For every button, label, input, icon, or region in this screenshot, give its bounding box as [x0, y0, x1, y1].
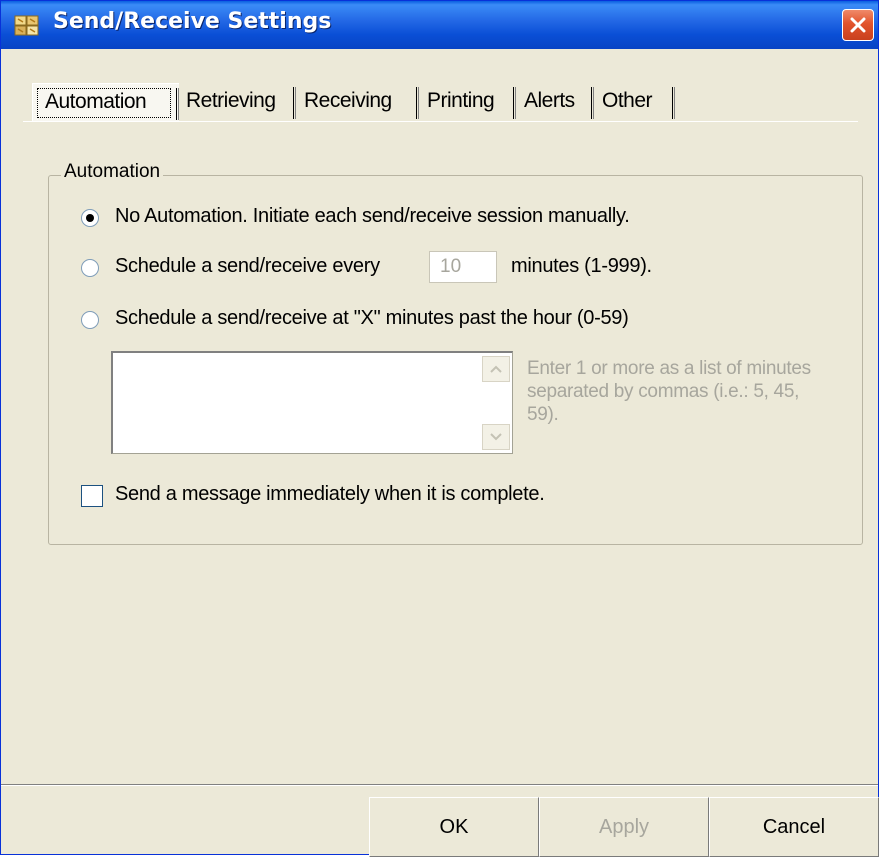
tab-separator — [672, 87, 675, 119]
tab-label: Printing — [427, 89, 495, 112]
cancel-button[interactable]: Cancel — [709, 797, 879, 857]
window-title: Send/Receive Settings — [53, 9, 332, 34]
apply-button[interactable]: Apply — [539, 797, 709, 857]
tab-automation[interactable]: Automation — [32, 83, 179, 122]
tab-retrieving[interactable]: Retrieving — [178, 83, 296, 121]
schedule-every-label: Schedule a send/receive every — [115, 255, 380, 277]
tab-label: Receiving — [304, 89, 392, 112]
chevron-up-icon — [490, 365, 502, 373]
tab-label: Retrieving — [186, 89, 276, 112]
radio-no-automation[interactable] — [81, 209, 99, 227]
button-bar-divider — [1, 784, 878, 786]
tab-label: Automation — [45, 90, 147, 113]
groupbox-title: Automation — [61, 161, 164, 183]
dialog-window: Send/Receive Settings Automation Retriev… — [0, 0, 879, 857]
tab-label: Alerts — [524, 89, 575, 112]
tab-alerts[interactable]: Alerts — [516, 83, 594, 121]
tab-receiving[interactable]: Receiving — [296, 83, 419, 121]
tab-printing[interactable]: Printing — [419, 83, 516, 121]
close-button[interactable] — [842, 9, 874, 41]
tab-other[interactable]: Other — [594, 83, 675, 121]
interval-units-label: minutes (1-999). — [511, 255, 652, 277]
close-icon — [850, 17, 866, 33]
ok-button[interactable]: OK — [369, 797, 539, 857]
app-icon — [14, 13, 40, 37]
scroll-down-button[interactable] — [482, 424, 510, 450]
minutes-hint-text: Enter 1 or more as a list of minutes sep… — [527, 358, 811, 425]
minutes-list-textarea[interactable] — [111, 351, 513, 454]
radio-schedule-every[interactable] — [81, 259, 99, 277]
no-automation-label: No Automation. Initiate each send/receiv… — [115, 205, 630, 227]
title-bar[interactable]: Send/Receive Settings — [1, 1, 878, 49]
send-immediately-checkbox[interactable] — [81, 485, 103, 507]
radio-schedule-past-hour[interactable] — [81, 311, 99, 329]
tab-label: Other — [602, 89, 653, 112]
scroll-up-button[interactable] — [482, 356, 510, 382]
chevron-down-icon — [490, 433, 502, 441]
schedule-past-hour-label: Schedule a send/receive at "X" minutes p… — [115, 307, 629, 329]
interval-minutes-input[interactable]: 10 — [429, 251, 497, 283]
send-immediately-label: Send a message immediately when it is co… — [115, 483, 545, 505]
